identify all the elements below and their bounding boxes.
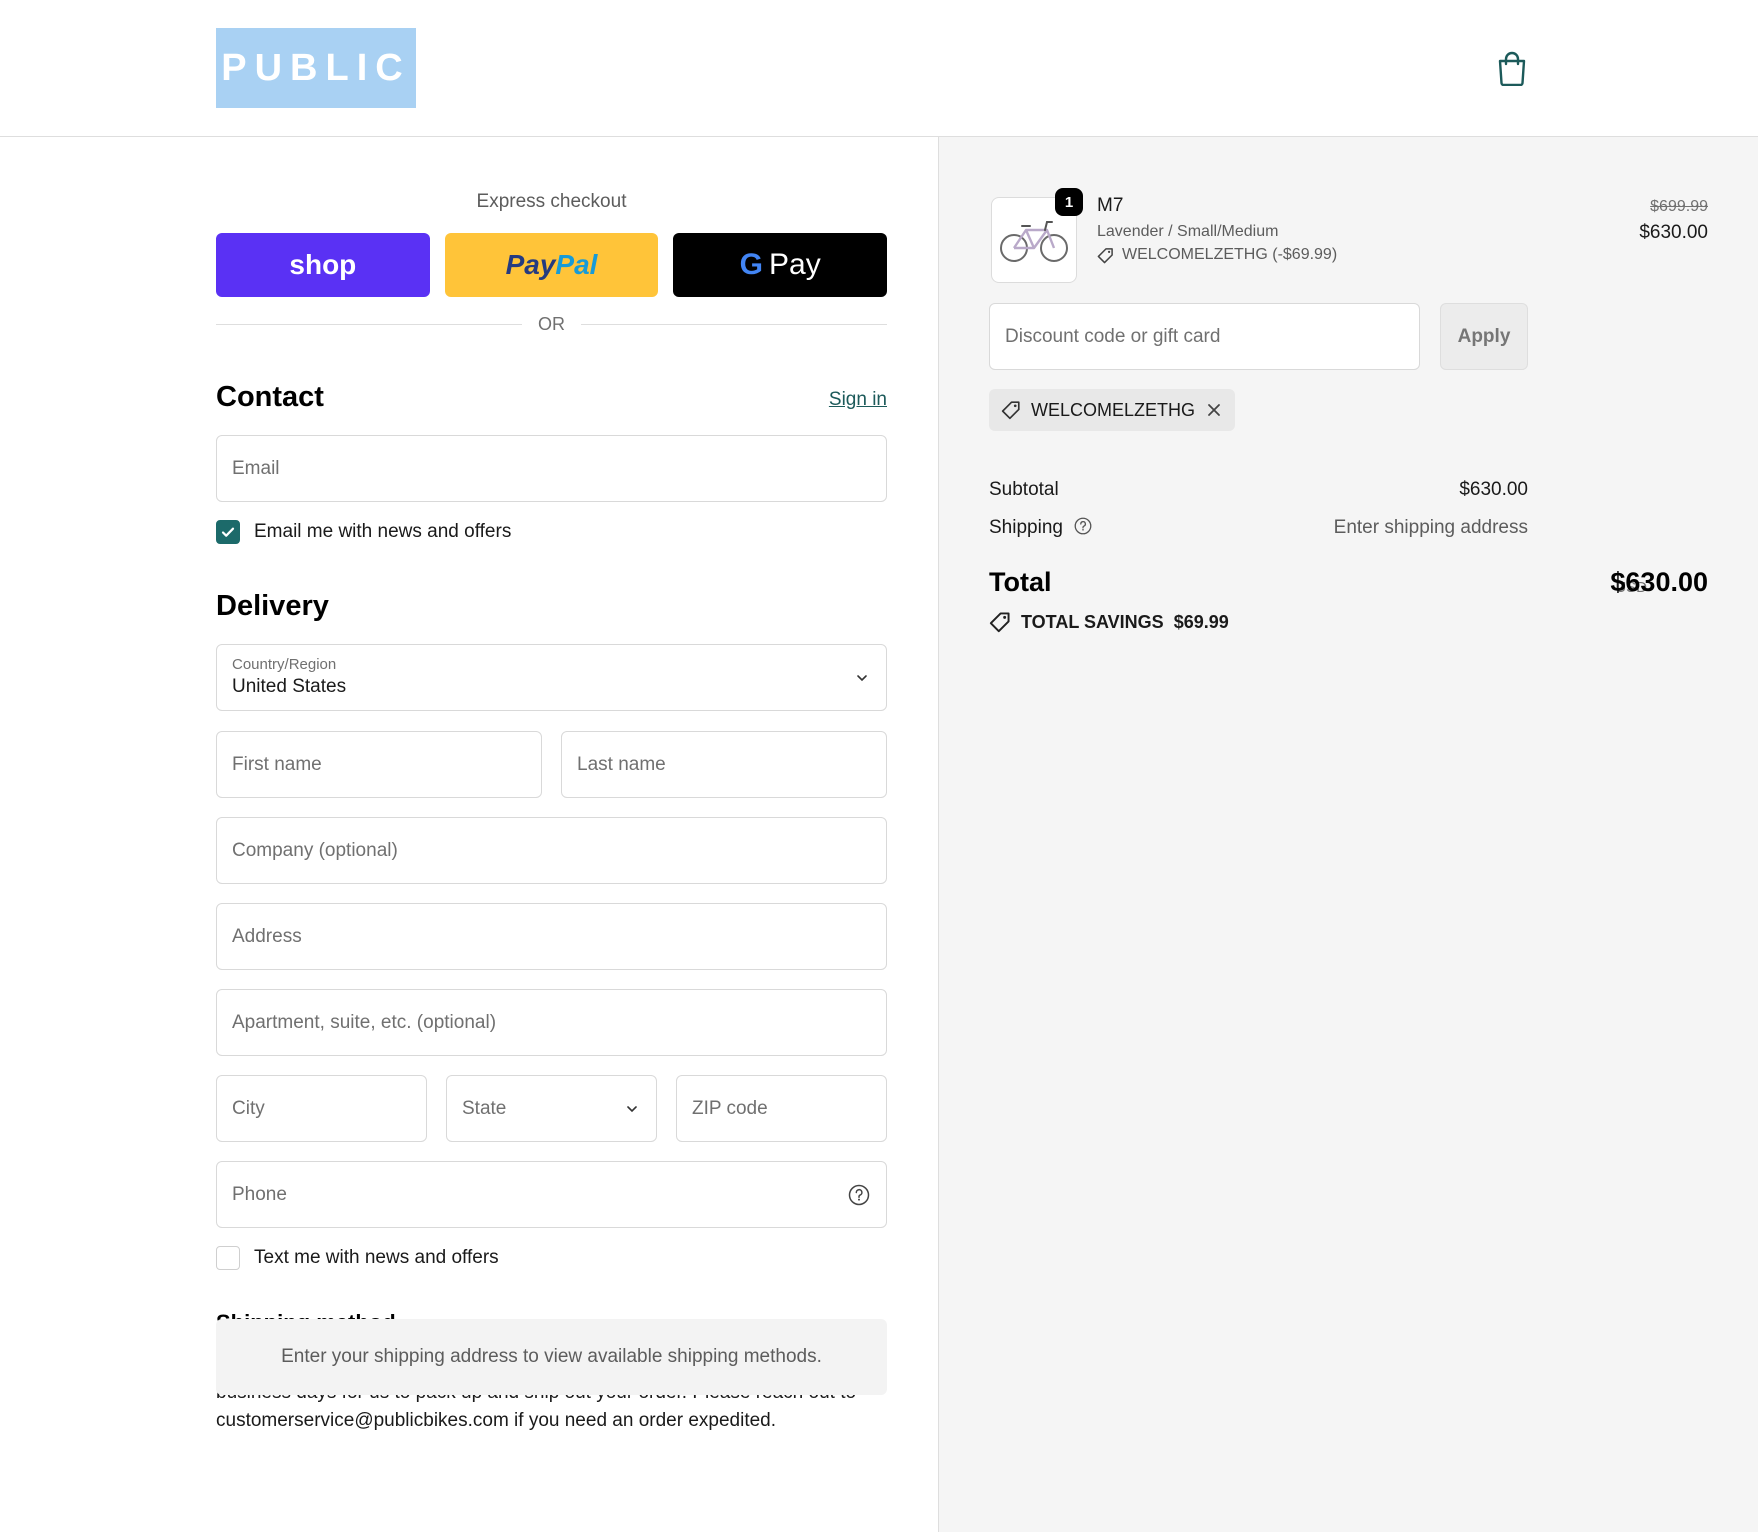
store-logo[interactable]: PUBLIC <box>216 28 416 108</box>
country-label: Country/Region <box>232 656 337 673</box>
tag-icon <box>1001 401 1020 420</box>
last-name-input[interactable]: Last name <box>561 731 887 798</box>
product-discount-label: WELCOMELZETHG (-$69.99) <box>1122 246 1338 263</box>
savings-label: TOTAL SAVINGS <box>1021 611 1164 632</box>
shipping-value: Enter shipping address <box>1333 517 1528 538</box>
or-divider: OR <box>216 314 887 335</box>
close-icon <box>1208 404 1220 416</box>
shop-pay-button[interactable]: shop <box>216 233 430 297</box>
address-input[interactable]: Address <box>216 903 887 970</box>
shop-pay-label: shop <box>289 249 357 280</box>
chevron-down-icon <box>627 1105 637 1112</box>
quantity-badge: 1 <box>1055 188 1083 216</box>
email-input[interactable]: Email <box>216 435 887 502</box>
subtotal-row: Subtotal $630.00 <box>989 479 1528 501</box>
product-name: M7 <box>1097 195 1124 216</box>
phone-field[interactable]: Phone <box>216 1161 887 1228</box>
contact-title: Contact <box>216 381 324 413</box>
or-label: OR <box>538 314 565 334</box>
order-summary-panel: 1 M7 Lavender / Small/Medium WELCOMELZET… <box>938 137 1758 1532</box>
subtotal-value: $630.00 <box>1459 479 1528 500</box>
state-select[interactable]: State <box>446 1075 657 1142</box>
email-news-option: Email me with news and offers <box>216 520 511 544</box>
tag-icon <box>989 612 1010 633</box>
remove-code-button[interactable] <box>1205 401 1223 419</box>
product-thumbnail: 1 <box>991 188 1083 283</box>
paypal-label-pal: Pal <box>555 249 598 280</box>
express-checkout-label: Express checkout <box>476 191 627 212</box>
first-name-input[interactable]: First name <box>216 731 542 798</box>
checkmark-icon <box>221 527 235 537</box>
apply-discount-button[interactable]: Apply <box>1440 303 1528 370</box>
contact-header: Contact Sign in <box>216 381 887 421</box>
email-news-checkbox[interactable] <box>216 520 240 544</box>
help-circle-icon[interactable] <box>1074 517 1092 535</box>
text-news-option: Text me with news and offers <box>216 1246 499 1270</box>
total-savings: TOTAL SAVINGS $69.99 <box>989 611 1229 633</box>
original-price: $699.99 <box>1650 198 1708 215</box>
total-value: $630.00 <box>1610 567 1708 597</box>
shopping-bag-icon[interactable] <box>1496 50 1528 86</box>
shipping-methods-placeholder: Enter your shipping address to view avai… <box>216 1319 887 1395</box>
country-select[interactable]: Country/Region United States <box>216 644 887 711</box>
google-pay-button[interactable]: G Pay <box>673 233 888 297</box>
subtotal-label: Subtotal <box>989 479 1059 500</box>
discounted-price: $630.00 <box>1639 222 1708 243</box>
tag-icon <box>1097 247 1113 263</box>
paypal-button[interactable]: Pay Pal <box>444 233 659 297</box>
header: PUBLIC <box>0 0 1758 137</box>
phone-placeholder: Phone <box>232 1183 287 1205</box>
discount-code-input[interactable]: Discount code or gift card <box>989 303 1420 370</box>
product-discount: WELCOMELZETHG (-$69.99) <box>1097 246 1337 264</box>
express-checkout-buttons: shop Pay Pal G Pay <box>216 233 888 297</box>
paypal-label-pay: Pay <box>505 249 556 280</box>
total-label: Total <box>989 567 1052 597</box>
applied-code-chip: WELCOMELZETHG <box>989 389 1236 431</box>
shipping-label: Shipping <box>989 517 1063 538</box>
text-news-checkbox[interactable] <box>216 1246 240 1270</box>
divider-line <box>216 324 522 325</box>
savings-value: $69.99 <box>1173 611 1229 632</box>
google-g-icon: G <box>739 248 763 281</box>
state-label: State <box>462 1097 507 1119</box>
text-news-label: Text me with news and offers <box>254 1247 499 1268</box>
sign-in-link[interactable]: Sign in <box>829 389 887 411</box>
delivery-title: Delivery <box>216 590 329 622</box>
country-value: United States <box>232 676 347 697</box>
apartment-input[interactable]: Apartment, suite, etc. (optional) <box>216 989 887 1056</box>
applied-code-label: WELCOMELZETHG <box>1031 399 1196 420</box>
email-news-label: Email me with news and offers <box>254 521 512 542</box>
help-circle-icon[interactable] <box>848 1184 870 1206</box>
product-variant: Lavender / Small/Medium <box>1097 223 1279 240</box>
shipping-row: Shipping Enter shipping address <box>989 517 1528 539</box>
company-input[interactable]: Company (optional) <box>216 817 887 884</box>
zip-input[interactable]: ZIP code <box>676 1075 887 1142</box>
divider-line <box>581 324 887 325</box>
chevron-down-icon <box>857 674 867 681</box>
city-input[interactable]: City <box>216 1075 427 1142</box>
google-pay-label: Pay <box>769 248 821 281</box>
